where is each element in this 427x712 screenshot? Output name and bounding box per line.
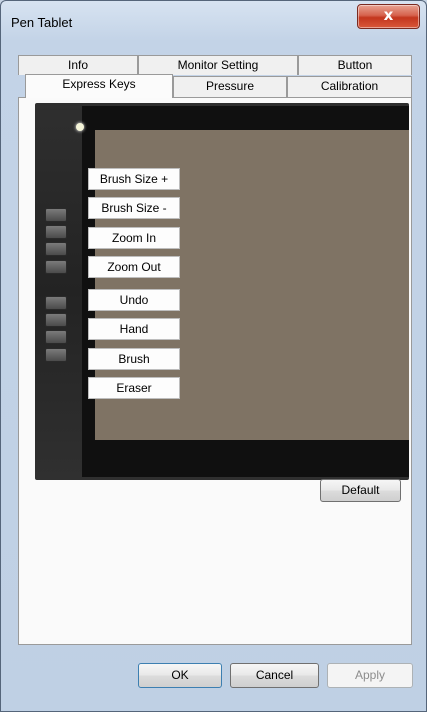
express-key-brush-size-plus[interactable]: Brush Size +	[88, 168, 180, 190]
express-key-brush[interactable]: Brush	[88, 348, 180, 370]
title-bar[interactable]: Pen Tablet x	[1, 1, 426, 39]
express-key-brush-size-minus[interactable]: Brush Size -	[88, 197, 180, 219]
apply-button-label: Apply	[354, 668, 386, 682]
hardware-key-7	[45, 330, 67, 344]
tab-button[interactable]: Button	[298, 55, 412, 75]
hardware-key-8	[45, 348, 67, 362]
tab-pressure-label: Pressure	[205, 79, 255, 93]
express-key-label: Zoom Out	[107, 260, 161, 274]
tab-calibration-label: Calibration	[320, 79, 379, 93]
tab-info[interactable]: Info	[18, 55, 138, 75]
cancel-button-label: Cancel	[255, 668, 294, 682]
hardware-key-1	[45, 208, 67, 222]
ok-button-label: OK	[171, 668, 189, 682]
tab-monitor-setting-label: Monitor Setting	[177, 58, 259, 72]
ok-button[interactable]: OK	[138, 663, 222, 688]
hardware-key-6	[45, 313, 67, 327]
tab-pressure[interactable]: Pressure	[173, 76, 287, 97]
default-button[interactable]: Default	[320, 479, 401, 502]
hardware-key-3	[45, 242, 67, 256]
apply-button[interactable]: Apply	[327, 663, 413, 688]
tab-monitor-setting[interactable]: Monitor Setting	[138, 55, 298, 75]
express-key-zoom-in[interactable]: Zoom In	[88, 227, 180, 249]
express-key-eraser[interactable]: Eraser	[88, 377, 180, 399]
express-key-label: Brush Size -	[101, 201, 167, 215]
cancel-button[interactable]: Cancel	[230, 663, 319, 688]
express-key-label: Hand	[119, 322, 149, 336]
tab-express-keys[interactable]: Express Keys	[25, 74, 173, 98]
tab-express-keys-label: Express Keys	[62, 77, 136, 91]
close-icon: x	[383, 6, 394, 24]
express-key-label: Zoom In	[111, 231, 156, 245]
express-key-undo[interactable]: Undo	[88, 289, 180, 311]
tab-info-label: Info	[67, 58, 88, 72]
default-button-label: Default	[341, 483, 380, 497]
power-led-icon	[76, 123, 84, 131]
tab-button-label: Button	[337, 58, 373, 72]
express-key-label: Undo	[119, 293, 149, 307]
express-key-label: Brush Size +	[99, 172, 169, 186]
express-key-label: Eraser	[116, 381, 152, 395]
hardware-key-2	[45, 225, 67, 239]
hardware-key-5	[45, 296, 67, 310]
hardware-key-4	[45, 260, 67, 274]
express-key-zoom-out[interactable]: Zoom Out	[88, 256, 180, 278]
express-key-label: Brush	[118, 352, 150, 366]
tab-calibration[interactable]: Calibration	[287, 76, 412, 97]
express-key-hand[interactable]: Hand	[88, 318, 180, 340]
window-title: Pen Tablet	[11, 15, 73, 30]
close-button[interactable]: x	[357, 4, 420, 29]
